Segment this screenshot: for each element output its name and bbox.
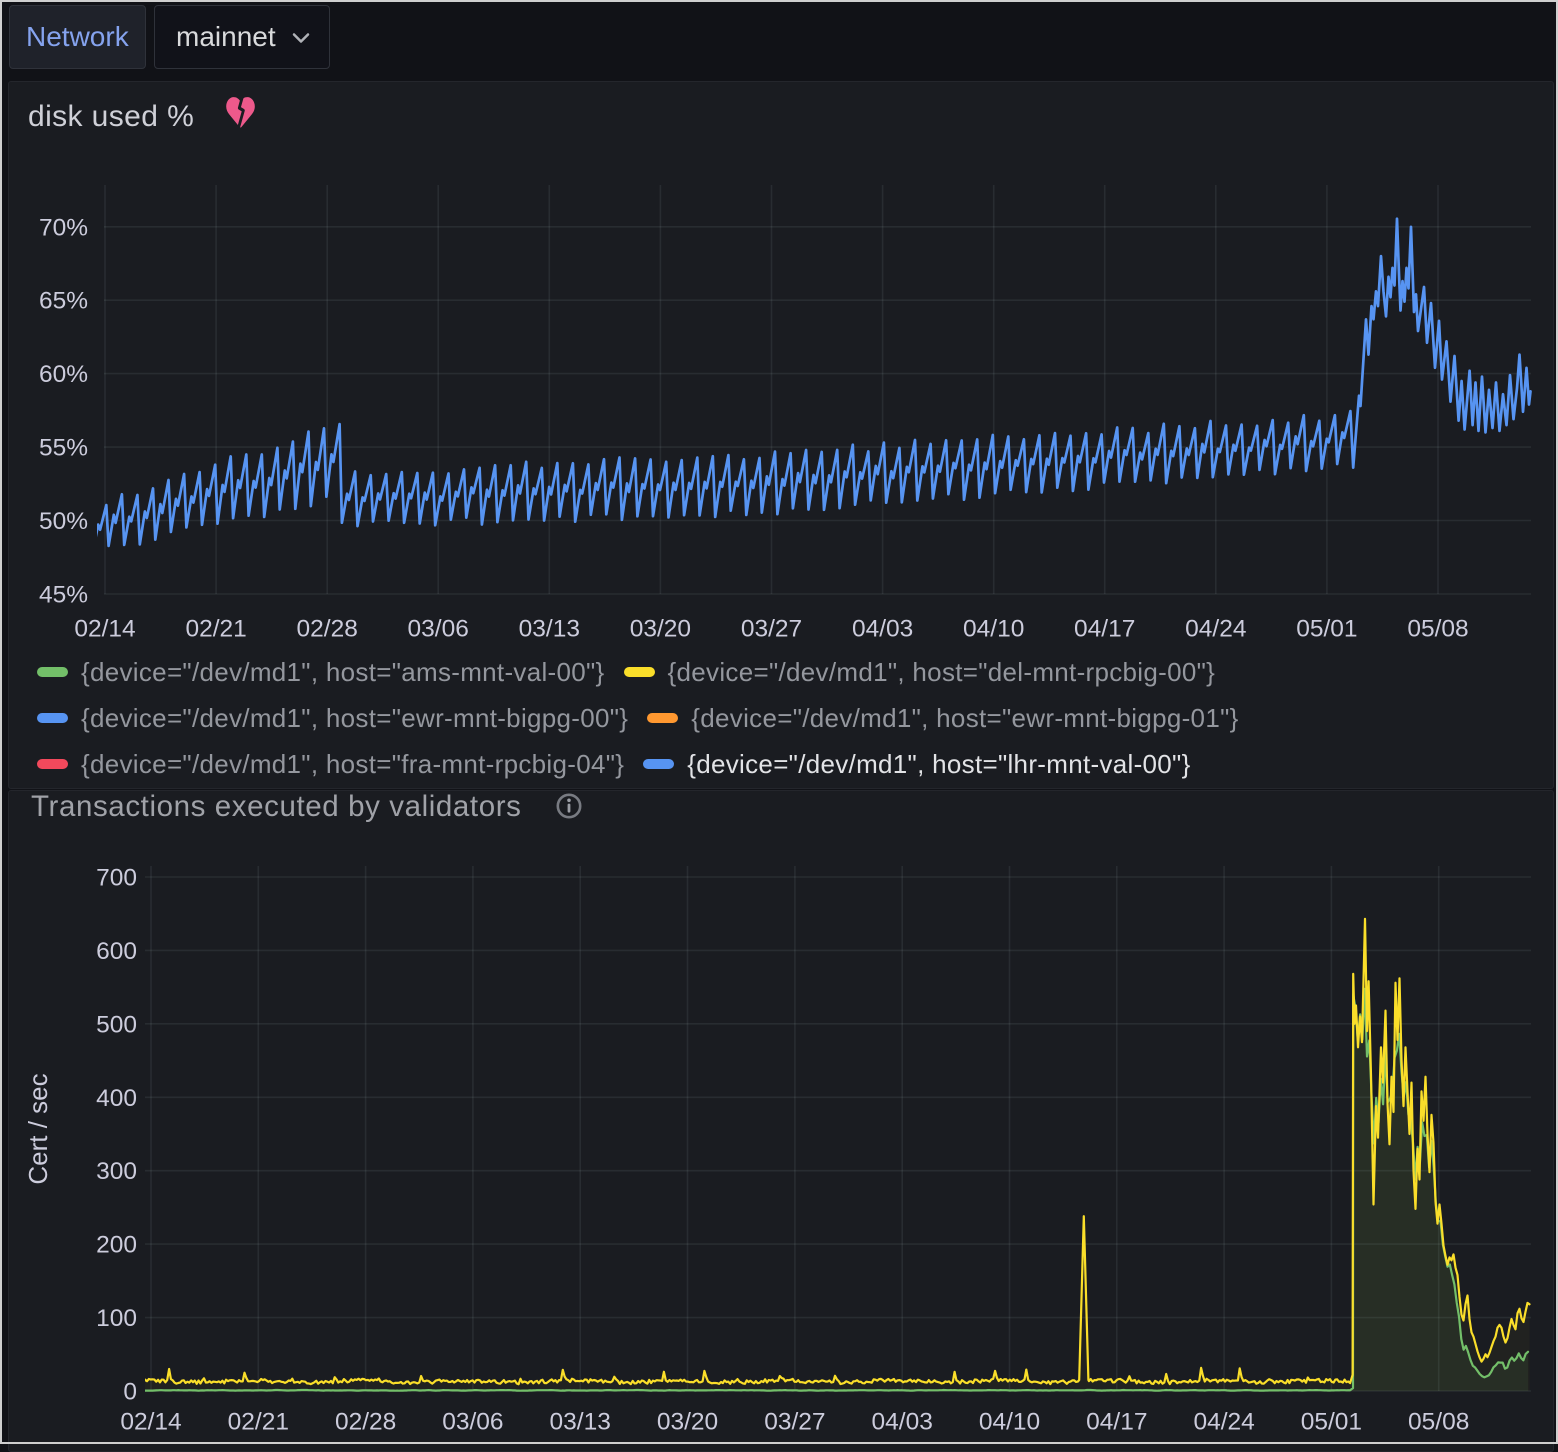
svg-text:04/10: 04/10	[963, 616, 1024, 643]
svg-text:03/06: 03/06	[442, 1409, 503, 1436]
svg-text:02/14: 02/14	[120, 1409, 181, 1436]
svg-text:45%: 45%	[39, 582, 88, 609]
svg-text:04/03: 04/03	[852, 616, 913, 643]
svg-text:700: 700	[96, 865, 137, 892]
svg-text:03/20: 03/20	[630, 616, 691, 643]
svg-text:04/03: 04/03	[872, 1409, 933, 1436]
svg-text:03/27: 03/27	[764, 1409, 825, 1436]
svg-text:05/08: 05/08	[1407, 616, 1468, 643]
svg-text:60%: 60%	[39, 361, 88, 388]
svg-text:02/21: 02/21	[185, 616, 246, 643]
svg-text:03/27: 03/27	[741, 616, 802, 643]
svg-text:70%: 70%	[39, 214, 88, 241]
svg-text:04/24: 04/24	[1193, 1409, 1254, 1436]
svg-text:200: 200	[96, 1232, 137, 1259]
svg-text:05/08: 05/08	[1408, 1409, 1469, 1436]
svg-text:03/20: 03/20	[657, 1409, 718, 1436]
svg-text:100: 100	[96, 1305, 137, 1332]
svg-text:03/13: 03/13	[550, 1409, 611, 1436]
svg-text:03/13: 03/13	[519, 616, 580, 643]
svg-text:05/01: 05/01	[1301, 1409, 1362, 1436]
svg-text:400: 400	[96, 1085, 137, 1112]
svg-text:03/06: 03/06	[408, 616, 469, 643]
svg-text:05/01: 05/01	[1296, 616, 1357, 643]
svg-text:65%: 65%	[39, 288, 88, 315]
svg-text:02/28: 02/28	[335, 1409, 396, 1436]
svg-text:50%: 50%	[39, 508, 88, 535]
svg-text:04/24: 04/24	[1185, 616, 1246, 643]
svg-text:04/10: 04/10	[979, 1409, 1040, 1436]
svg-text:04/17: 04/17	[1074, 616, 1135, 643]
svg-text:02/21: 02/21	[228, 1409, 289, 1436]
svg-text:500: 500	[96, 1011, 137, 1038]
svg-text:02/28: 02/28	[297, 616, 358, 643]
svg-text:600: 600	[96, 938, 137, 965]
svg-text:Cert / sec: Cert / sec	[23, 1073, 53, 1184]
svg-text:55%: 55%	[39, 435, 88, 462]
svg-text:0: 0	[123, 1379, 137, 1406]
svg-text:300: 300	[96, 1158, 137, 1185]
svg-text:02/14: 02/14	[74, 616, 135, 643]
svg-text:04/17: 04/17	[1086, 1409, 1147, 1436]
